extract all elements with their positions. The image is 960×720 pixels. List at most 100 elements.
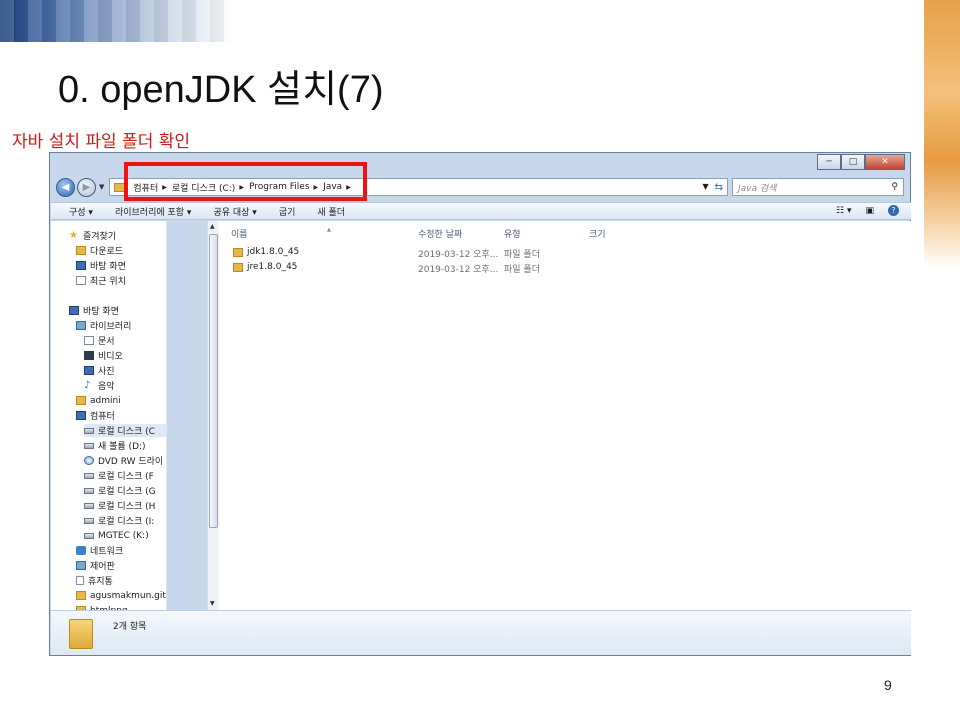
network-icon <box>76 546 86 555</box>
nav-item-local-disk-f[interactable]: 로컬 디스크 (F <box>84 469 154 482</box>
nav-item-local-disk-i[interactable]: 로컬 디스크 (I: <box>84 514 154 527</box>
nav-pane-scrollbar[interactable]: ▲ ▼ <box>207 221 219 610</box>
file-type: 파일 폴더 <box>504 250 540 260</box>
nav-item-recent-places[interactable]: 최근 위치 <box>76 274 126 287</box>
nav-item-computer[interactable]: 컴퓨터 <box>76 409 115 422</box>
nav-item-music[interactable]: ♪ 음악 <box>84 379 115 392</box>
address-highlight-box <box>124 162 367 201</box>
nav-item-label: MGTEC (K:) <box>98 530 149 541</box>
column-label: 이름 <box>231 230 248 240</box>
control-panel-icon <box>76 561 86 570</box>
address-controls: ▼ ⇆ <box>702 182 723 193</box>
nav-item-desktop-root[interactable]: 바탕 화면 <box>69 304 119 317</box>
nav-item-label: 문서 <box>98 337 115 347</box>
folder-icon <box>233 247 243 257</box>
drive-icon <box>84 472 94 479</box>
nav-item-downloads[interactable]: 다운로드 <box>76 244 123 257</box>
nav-item-label: admini <box>90 395 121 406</box>
nav-item-label: 새 볼륨 (D:) <box>98 442 146 452</box>
forward-button[interactable]: ▶ <box>77 177 96 197</box>
nav-item-label: agusmakmun.git <box>90 590 166 601</box>
address-dropdown-icon[interactable]: ▼ <box>702 182 708 193</box>
preview-pane-icon[interactable]: ▣ <box>865 206 874 216</box>
download-folder-icon <box>76 246 86 255</box>
file-name: jdk1.8.0_45 <box>247 247 300 257</box>
documents-icon <box>84 336 94 345</box>
nav-item-network[interactable]: 네트워크 <box>76 544 123 557</box>
slide-subtitle: 자바 설치 파일 폴더 확인 <box>12 132 191 152</box>
recent-pages-dropdown[interactable]: ▼ <box>99 183 104 191</box>
toolbar-organize[interactable]: 구성 ▾ <box>69 205 93 218</box>
nav-item-local-disk-c[interactable]: 로컬 디스크 (C <box>84 424 166 437</box>
desktop-icon <box>69 306 79 315</box>
nav-item-label: 음악 <box>98 382 115 392</box>
nav-item-desktop[interactable]: 바탕 화면 <box>76 259 126 272</box>
desktop-icon <box>76 261 86 270</box>
nav-item-local-disk-h[interactable]: 로컬 디스크 (H <box>84 499 155 512</box>
nav-item-label: 제어판 <box>90 562 115 572</box>
nav-item-label: 로컬 디스크 (I: <box>98 517 155 527</box>
scrollbar-thumb[interactable] <box>209 234 218 528</box>
column-header-modified[interactable]: 수정한 날짜 <box>418 227 462 240</box>
back-arrow-icon: ◀ <box>61 181 70 193</box>
nav-item-label: 로컬 디스크 (H <box>98 502 156 512</box>
nav-item-label: 비디오 <box>98 352 123 362</box>
nav-item-pictures[interactable]: 사진 <box>84 364 115 377</box>
nav-item-label: 최근 위치 <box>90 277 126 287</box>
nav-item-videos[interactable]: 비디오 <box>84 349 123 362</box>
nav-item-recycle-bin[interactable]: 휴지통 <box>76 574 113 587</box>
dvd-icon <box>84 456 94 465</box>
star-icon: ★ <box>69 230 78 241</box>
close-button[interactable]: ✕ <box>865 154 905 170</box>
user-folder-icon <box>76 396 86 405</box>
slide-corner-decoration <box>0 0 232 42</box>
navigation-pane: ★ 즐겨찾기 다운로드 바탕 화면 최근 위치 바탕 화면 라이브러리 문서 비디… <box>51 221 167 610</box>
toolbar-burn[interactable]: 굽기 <box>279 205 296 218</box>
file-name-cell: jdk1.8.0_45 <box>233 247 299 257</box>
toolbar-new-folder[interactable]: 새 폴더 <box>317 205 345 218</box>
column-header-type[interactable]: 유형 <box>504 227 521 240</box>
table-row[interactable]: jdk1.8.0_45 2019-03-12 오후... 파일 폴더 <box>219 245 619 260</box>
refresh-icon[interactable]: ⇆ <box>715 182 723 193</box>
nav-item-label: 네트워크 <box>90 547 124 557</box>
page-number: 9 <box>884 677 892 693</box>
view-options-icon[interactable]: ☷ ▾ <box>836 206 851 216</box>
nav-item-admini[interactable]: admini <box>76 394 121 407</box>
table-row[interactable]: jre1.8.0_45 2019-03-12 오후... 파일 폴더 <box>219 260 619 275</box>
maximize-button[interactable]: □ <box>841 154 865 170</box>
column-header-size[interactable]: 크기 <box>589 227 606 240</box>
toolbar-include-in-library[interactable]: 라이브러리에 포함 ▾ <box>115 205 191 218</box>
nav-item-local-disk-g[interactable]: 로컬 디스크 (G <box>84 484 156 497</box>
nav-item-volume-d[interactable]: 새 볼륨 (D:) <box>84 439 146 452</box>
nav-item-favorites[interactable]: ★ 즐겨찾기 <box>69 229 116 242</box>
forward-arrow-icon: ▶ <box>82 181 91 193</box>
nav-item-dvd-drive[interactable]: DVD RW 드라이 <box>84 454 163 467</box>
file-modified: 2019-03-12 오후... <box>418 250 499 260</box>
video-icon <box>84 351 94 360</box>
drive-icon <box>84 442 94 449</box>
nav-item-documents[interactable]: 문서 <box>84 334 115 347</box>
nav-item-agusmakmun-git[interactable]: agusmakmun.git <box>76 589 166 602</box>
minimize-button[interactable]: ─ <box>817 154 841 170</box>
nav-item-label: 사진 <box>98 367 115 377</box>
drive-icon <box>84 487 94 494</box>
scroll-up-icon[interactable]: ▲ <box>210 223 215 230</box>
back-button[interactable]: ◀ <box>56 177 75 197</box>
nav-item-label: 휴지통 <box>88 577 113 587</box>
details-pane: 2개 항목 <box>51 610 911 655</box>
nav-item-libraries[interactable]: 라이브러리 <box>76 319 131 332</box>
scroll-down-icon[interactable]: ▼ <box>210 600 215 607</box>
help-icon[interactable]: ? <box>888 205 899 216</box>
nav-item-label: 바탕 화면 <box>83 307 119 317</box>
toolbar-share-with[interactable]: 공유 대상 ▾ <box>213 205 256 218</box>
nav-item-control-panel[interactable]: 제어판 <box>76 559 115 572</box>
item-count: 2개 항목 <box>113 622 147 632</box>
search-input[interactable]: Java 검색 ⚲ <box>732 178 904 196</box>
search-icon[interactable]: ⚲ <box>891 182 898 192</box>
search-placeholder: Java 검색 <box>738 183 777 194</box>
nav-item-mgtec-k[interactable]: MGTEC (K:) <box>84 529 149 542</box>
toolbar-right-controls: ☷ ▾ ▣ ? <box>836 205 899 216</box>
nav-item-label: 컴퓨터 <box>90 412 115 422</box>
nav-item-label: 즐겨찾기 <box>83 232 117 242</box>
column-header-name[interactable]: 이름 ▲ <box>231 227 331 240</box>
